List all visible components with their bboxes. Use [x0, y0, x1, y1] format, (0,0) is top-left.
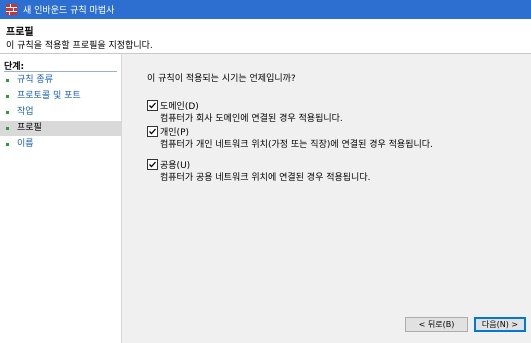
step-label: 프로토콜 및 포트: [17, 91, 81, 101]
private-description: 컴퓨터가 개인 네트워크 위치(가정 또는 직장)에 연결된 경우 적용됩니다.: [160, 140, 433, 150]
window-title: 새 인바운드 규칙 마법사: [23, 6, 115, 16]
step-label: 프로필: [17, 123, 42, 133]
public-description: 컴퓨터가 공용 네트워크 위치에 연결된 경우 적용됩니다.: [160, 173, 371, 183]
step-bullet-icon: [6, 95, 9, 98]
steps-divider: [4, 71, 117, 72]
step-label: 이름: [17, 139, 34, 149]
step-action[interactable]: 작업: [0, 105, 121, 120]
step-bullet-icon: [6, 143, 9, 146]
step-protocol-ports[interactable]: 프로토콜 및 포트: [0, 89, 121, 104]
step-bullet-icon: [6, 79, 9, 82]
firewall-icon: [6, 4, 17, 15]
steps-sidebar: 단계: 규칙 종류 프로토콜 및 포트 작업 프로필 이름: [0, 54, 122, 343]
title-bar: 새 인바운드 규칙 마법사: [0, 0, 531, 19]
step-profile[interactable]: 프로필: [0, 121, 121, 136]
checkmark-icon: [149, 161, 156, 168]
step-label: 규칙 종류: [17, 75, 53, 85]
domain-checkbox[interactable]: [147, 100, 158, 111]
step-label: 작업: [17, 107, 34, 117]
step-bullet-icon: [6, 111, 9, 114]
step-bullet-icon: [6, 127, 9, 130]
next-button[interactable]: 다음(N) >: [474, 317, 526, 332]
checkmark-icon: [149, 128, 156, 135]
back-button[interactable]: < 뒤로(B): [405, 317, 468, 332]
step-rule-type[interactable]: 규칙 종류: [0, 73, 121, 88]
domain-description: 컴퓨터가 회사 도메인에 연결된 경우 적용됩니다.: [160, 114, 343, 124]
page-description: 이 규칙을 적용할 프로필을 지정합니다.: [6, 41, 153, 51]
wizard-header: 프로필 이 규칙을 적용할 프로필을 지정합니다.: [0, 19, 531, 54]
step-name[interactable]: 이름: [0, 137, 121, 152]
checkmark-icon: [149, 102, 156, 109]
page-title: 프로필: [6, 27, 34, 38]
private-checkbox[interactable]: [147, 126, 158, 137]
public-checkbox[interactable]: [147, 159, 158, 170]
wizard-content: 이 규칙이 적용되는 시기는 언제입니까? 도메인(D) 컴퓨터가 회사 도메인…: [122, 54, 531, 343]
profile-question: 이 규칙이 적용되는 시기는 언제입니까?: [147, 74, 296, 84]
